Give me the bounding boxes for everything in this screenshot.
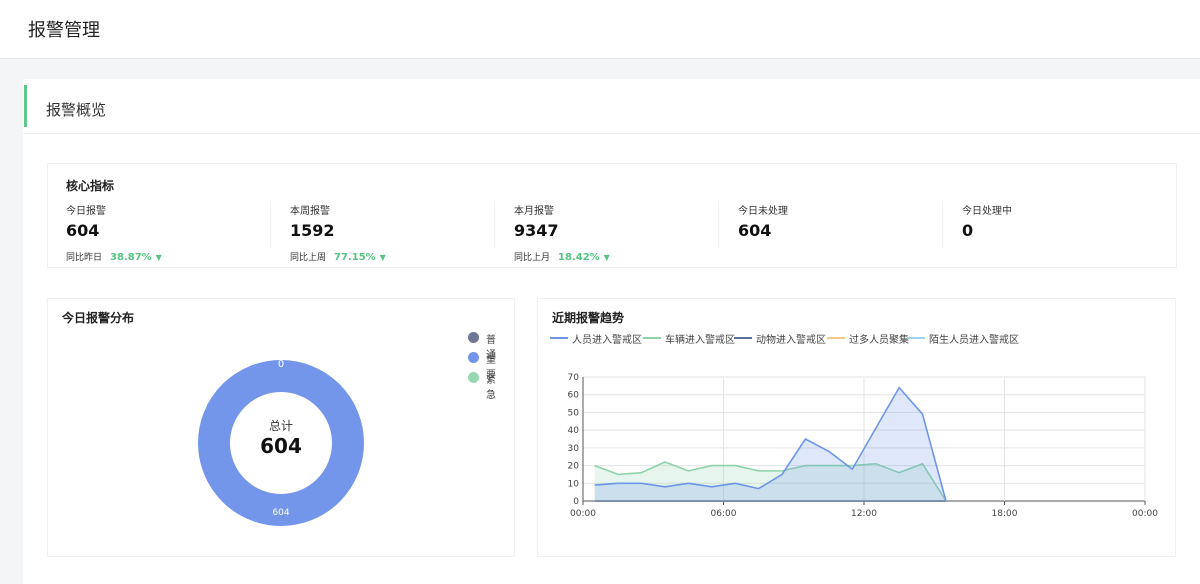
compare-label: 同比上周: [290, 253, 327, 263]
metric-processing: 今日处理中 0: [962, 200, 1172, 264]
y-tick-label: 30: [568, 444, 580, 454]
compare-percent: 38.87%: [110, 252, 152, 263]
overview-title: 报警概览: [46, 101, 107, 119]
metric-value: 0: [962, 221, 974, 240]
metric-divider: [494, 202, 495, 248]
trend-card: 近期报警趋势 人员进入警戒区 车辆进入警戒区 动物进入警戒区 过多人员聚集 陌生…: [537, 298, 1176, 557]
trend-down-icon: ▼: [379, 253, 386, 262]
overview-panel: 报警概览 核心指标 今日报警 604 同比昨日 38.87% ▼ 本周报警 1592…: [23, 79, 1200, 584]
metric-month: 本月报警 9347 同比上月 18.42% ▼: [514, 200, 724, 264]
metric-value: 1592: [290, 221, 335, 240]
top-bar: 报警管理: [0, 0, 1200, 59]
core-metrics-title: 核心指标: [66, 179, 115, 193]
metric-week: 本周报警 1592 同比上周 77.15% ▼: [290, 200, 500, 264]
metric-value: 604: [738, 221, 772, 240]
donut-value-label-bottom: 604: [272, 508, 289, 518]
donut-total-value: 604: [260, 434, 302, 458]
metric-value: 9347: [514, 221, 559, 240]
y-tick-label: 40: [568, 426, 580, 436]
compare-percent: 18.42%: [558, 252, 600, 263]
metric-label: 今日报警: [66, 206, 106, 217]
y-tick-label: 0: [573, 497, 579, 507]
x-tick-label: 06:00: [711, 509, 737, 519]
x-tick-label: 18:00: [992, 509, 1018, 519]
y-tick-label: 20: [568, 462, 580, 472]
y-tick-label: 70: [568, 373, 580, 383]
compare-label: 同比上月: [514, 253, 551, 263]
overview-header: 报警概览: [23, 85, 1200, 134]
accent-bar: [24, 85, 27, 127]
compare-label: 同比昨日: [66, 253, 103, 263]
metric-today: 今日报警 604 同比昨日 38.87% ▼: [66, 200, 276, 264]
metric-label: 今日处理中: [962, 206, 1012, 217]
metric-unprocessed: 今日未处理 604: [738, 200, 948, 264]
y-tick-label: 50: [568, 408, 580, 418]
x-tick-label: 00:00: [570, 509, 596, 519]
distribution-card: 今日报警分布 普通 重要 紧急 0 604 总计 604: [47, 298, 515, 557]
donut-total-label: 总计: [269, 419, 293, 433]
y-tick-label: 60: [568, 391, 580, 401]
core-metrics-card: 核心指标 今日报警 604 同比昨日 38.87% ▼ 本周报警 1592 同比上周…: [47, 163, 1177, 268]
metric-divider: [942, 202, 943, 248]
x-tick-label: 00:00: [1132, 509, 1158, 519]
metric-compare: 同比昨日 38.87% ▼: [66, 250, 162, 263]
trend-down-icon: ▼: [155, 253, 162, 262]
metric-divider: [718, 202, 719, 248]
metric-label: 本周报警: [290, 206, 330, 217]
distribution-donut-chart: 0 604 总计 604: [198, 359, 364, 526]
metric-compare: 同比上周 77.15% ▼: [290, 250, 386, 263]
y-tick-label: 10: [568, 479, 580, 489]
compare-percent: 77.15%: [334, 252, 376, 263]
x-tick-label: 12:00: [851, 509, 877, 519]
metric-value: 604: [66, 221, 100, 240]
trend-line-chart: 0 10 20 30 40 50 60 70 00:00 06:00 12:00 18:00 00:00: [568, 373, 1159, 519]
metric-label: 本月报警: [514, 206, 554, 217]
metric-divider: [270, 202, 271, 248]
metric-compare: 同比上月 18.42% ▼: [514, 250, 610, 263]
donut-value-label-top: 0: [278, 359, 284, 370]
metric-label: 今日未处理: [738, 206, 788, 217]
trend-down-icon: ▼: [603, 253, 610, 262]
page-title: 报警管理: [28, 20, 100, 41]
